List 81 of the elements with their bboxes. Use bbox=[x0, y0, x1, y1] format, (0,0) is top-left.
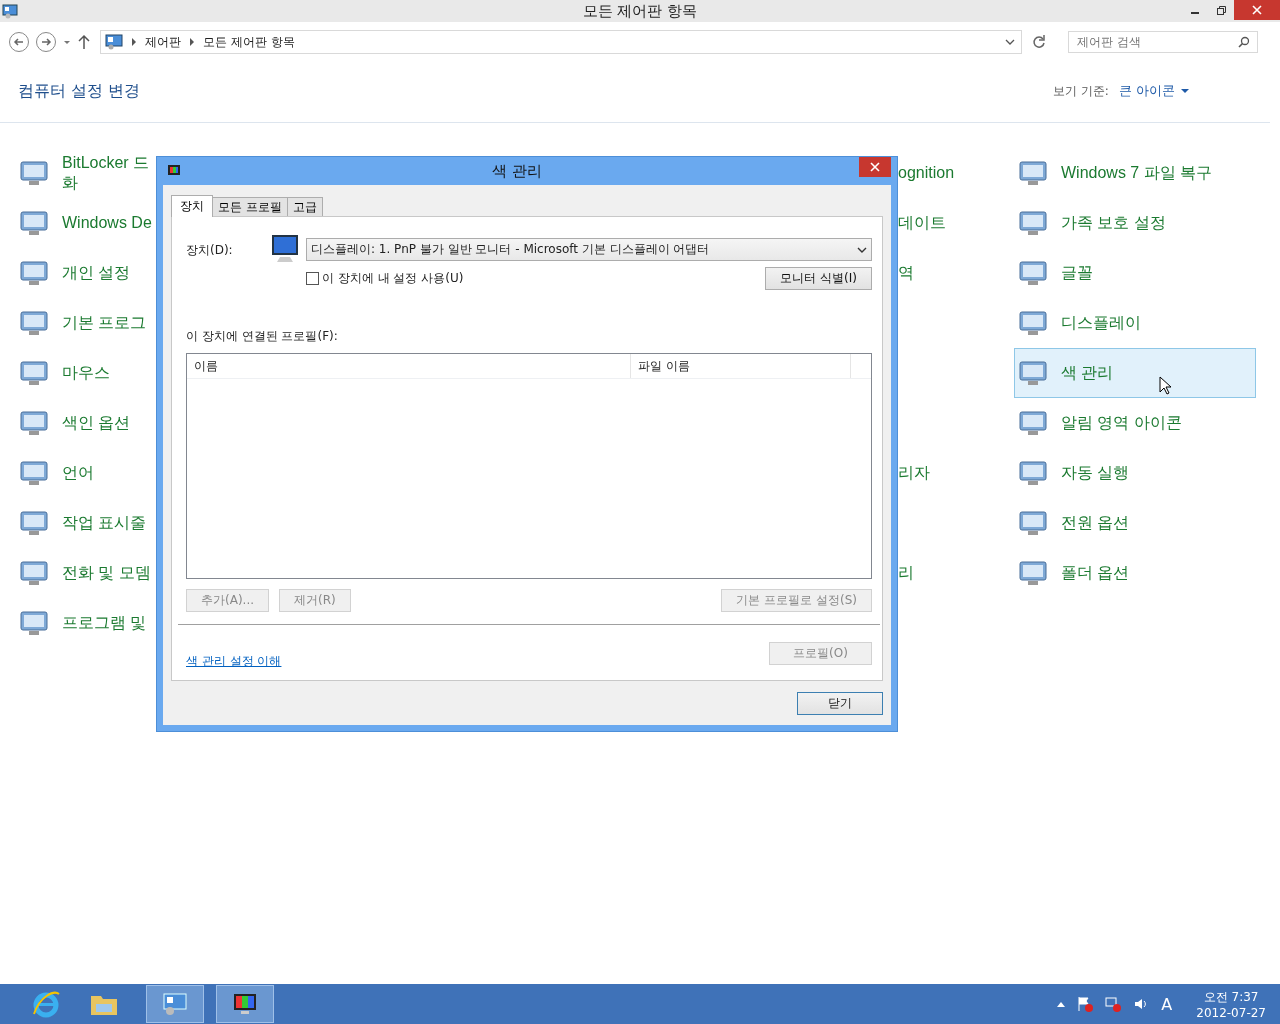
applet-label: 알림 영역 아이콘 bbox=[1061, 413, 1182, 433]
caret-icon bbox=[857, 245, 867, 254]
applet-item[interactable]: 색 관리 bbox=[1014, 348, 1256, 398]
clock-time[interactable]: 오전 7:37 bbox=[1203, 988, 1259, 1006]
input-indicator[interactable]: A bbox=[1161, 994, 1173, 1014]
settings-checkbox[interactable]: 이 장치에 내 설정 사용(U) bbox=[306, 270, 464, 287]
profiles-label: 이 장치에 연결된 프로필(F): bbox=[186, 328, 339, 345]
breadcrumb[interactable]: 모든 제어판 항목 bbox=[203, 33, 295, 51]
applet-label: 디스플레이 bbox=[1061, 313, 1141, 333]
search-icon bbox=[1238, 36, 1250, 48]
applet-link[interactable]: 프로그램 및 bbox=[62, 613, 147, 633]
column-header[interactable]: 이름 bbox=[187, 354, 631, 378]
view-dropdown[interactable]: 큰 아이콘 bbox=[1118, 82, 1190, 100]
network-icon[interactable] bbox=[1105, 996, 1122, 1012]
back-icon[interactable] bbox=[8, 31, 30, 53]
applet-link[interactable]: Windows De bbox=[62, 213, 152, 233]
mouse-cursor-icon bbox=[1159, 376, 1171, 395]
view-label: 보기 기준: bbox=[1053, 82, 1109, 100]
control-panel-icon bbox=[161, 990, 189, 1018]
device-dropdown[interactable]: 디스플레이: 1. PnP 불가 일반 모니터 - Microsoft 기본 디스플레이 어댑터 bbox=[306, 238, 872, 261]
applet-label: 폴더 옵션 bbox=[1061, 563, 1130, 583]
applet-label: 전원 옵션 bbox=[1061, 513, 1130, 533]
applet-link[interactable]: ognition bbox=[898, 163, 955, 183]
window-title: 모든 제어판 항목 bbox=[581, 1, 699, 21]
restore-icon bbox=[1216, 5, 1226, 15]
help-link[interactable]: 색 관리 설정 이해 bbox=[186, 653, 282, 670]
identify-monitor-button[interactable]: 모니터 식별(I) bbox=[765, 267, 872, 290]
caret-icon[interactable] bbox=[1005, 38, 1015, 46]
address-field[interactable]: 제어판 모든 제어판 항목 bbox=[100, 30, 1022, 54]
applet-label: 가족 보호 설정 bbox=[1061, 213, 1166, 233]
close-icon bbox=[1252, 5, 1262, 15]
applet-link[interactable]: 마우스 bbox=[62, 363, 110, 383]
applet-link[interactable]: 데이트 bbox=[898, 213, 946, 233]
applet-label: 색 관리 bbox=[1061, 363, 1114, 383]
caret-icon bbox=[1180, 87, 1190, 95]
forward-icon[interactable] bbox=[35, 31, 57, 53]
column-header[interactable]: 파일 이름 bbox=[631, 354, 851, 378]
dialog-title: 색 관리 bbox=[491, 161, 543, 181]
applet-link[interactable]: 개인 설정 bbox=[62, 263, 131, 283]
applet-link[interactable]: 색인 옵션 bbox=[62, 413, 131, 433]
tab[interactable]: 장치 bbox=[171, 195, 213, 217]
page-heading: 컴퓨터 설정 변경 bbox=[18, 80, 141, 102]
applet-link[interactable]: BitLocker 드 화 bbox=[62, 153, 150, 193]
applet-item[interactable]: 알림 영역 아이콘 bbox=[1014, 398, 1256, 448]
applet-link[interactable]: 리 bbox=[898, 563, 914, 583]
applet-item[interactable]: 가족 보호 설정 bbox=[1014, 198, 1256, 248]
control-panel-icon bbox=[2, 3, 18, 19]
search-field[interactable]: 제어판 검색 bbox=[1068, 31, 1258, 53]
applet-item[interactable]: 자동 실행 bbox=[1014, 448, 1256, 498]
monitor-icon bbox=[270, 233, 300, 265]
applet-item[interactable]: 폴더 옵션 bbox=[1014, 548, 1256, 598]
flag-icon[interactable] bbox=[1077, 996, 1094, 1012]
applet-link[interactable]: 작업 표시줄 bbox=[62, 513, 147, 533]
device-label: 장치(D): bbox=[186, 242, 234, 259]
clock-date[interactable]: 2012-07-27 bbox=[1196, 1005, 1266, 1020]
applet-label: 자동 실행 bbox=[1061, 463, 1130, 483]
control-panel-icon bbox=[105, 34, 123, 50]
color-monitor-icon bbox=[167, 164, 181, 178]
close-icon bbox=[870, 162, 880, 172]
close-button[interactable] bbox=[859, 157, 891, 177]
applet-item[interactable]: 디스플레이 bbox=[1014, 298, 1256, 348]
applet-link[interactable]: 역 bbox=[898, 263, 914, 283]
chevron-icon bbox=[189, 38, 195, 46]
applet-link[interactable]: 전화 및 모뎀 bbox=[62, 563, 151, 583]
minimize-icon bbox=[1191, 12, 1199, 14]
tab[interactable]: 모든 프로필 bbox=[212, 197, 288, 217]
breadcrumb[interactable]: 제어판 bbox=[145, 33, 181, 51]
applet-link[interactable]: 언어 bbox=[62, 463, 94, 483]
applet-label: Windows 7 파일 복구 bbox=[1061, 163, 1213, 183]
chevron-icon bbox=[131, 38, 137, 46]
applet-item[interactable]: Windows 7 파일 복구 bbox=[1014, 148, 1256, 198]
tab[interactable]: 고급 bbox=[286, 197, 323, 217]
taskbar-button[interactable] bbox=[216, 985, 274, 1023]
close-dialog-button[interactable]: 닫기 bbox=[797, 692, 883, 715]
applet-item[interactable]: 전원 옵션 bbox=[1014, 498, 1256, 548]
up-caret-icon[interactable] bbox=[1057, 1001, 1066, 1007]
applet-item[interactable]: 글꼴 bbox=[1014, 248, 1256, 298]
applet-link[interactable]: 리자 bbox=[898, 463, 930, 483]
applet-label: 글꼴 bbox=[1061, 263, 1093, 283]
up-arrow-icon[interactable] bbox=[77, 34, 91, 50]
applet-link[interactable]: 기본 프로그 bbox=[62, 313, 147, 333]
